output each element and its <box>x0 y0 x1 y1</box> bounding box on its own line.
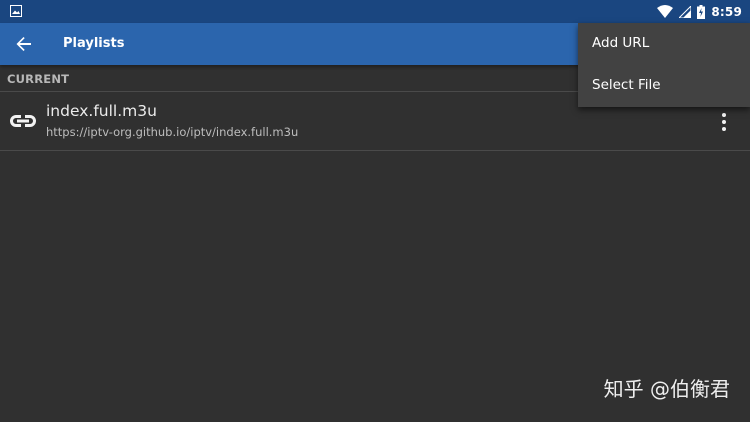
battery-charging-icon <box>697 4 706 19</box>
signal-icon <box>679 5 692 18</box>
status-time: 8:59 <box>711 4 742 19</box>
menu-item-select-file[interactable]: Select File <box>578 65 750 107</box>
more-vert-icon[interactable] <box>716 112 732 132</box>
playlist-name: index.full.m3u <box>46 102 157 120</box>
status-bar: 8:59 <box>0 0 750 23</box>
arrow-back-icon[interactable] <box>14 34 34 54</box>
link-icon <box>10 115 36 127</box>
screen: 8:59 Playlists CURRENT index.full.m3u ht… <box>0 0 750 422</box>
image-icon <box>10 5 22 17</box>
menu-item-label: Add URL <box>592 35 650 51</box>
page-title: Playlists <box>63 36 125 51</box>
wifi-icon <box>657 5 674 18</box>
overflow-menu: Add URL Select File <box>578 23 750 107</box>
status-icons: 8:59 <box>657 3 742 20</box>
divider <box>0 150 750 151</box>
section-header-current: CURRENT <box>7 72 70 86</box>
watermark: 知乎 @伯衡君 <box>603 377 730 401</box>
menu-item-label: Select File <box>592 77 661 93</box>
menu-item-add-url[interactable]: Add URL <box>578 23 750 65</box>
playlist-url: https://iptv-org.github.io/iptv/index.fu… <box>46 125 299 139</box>
